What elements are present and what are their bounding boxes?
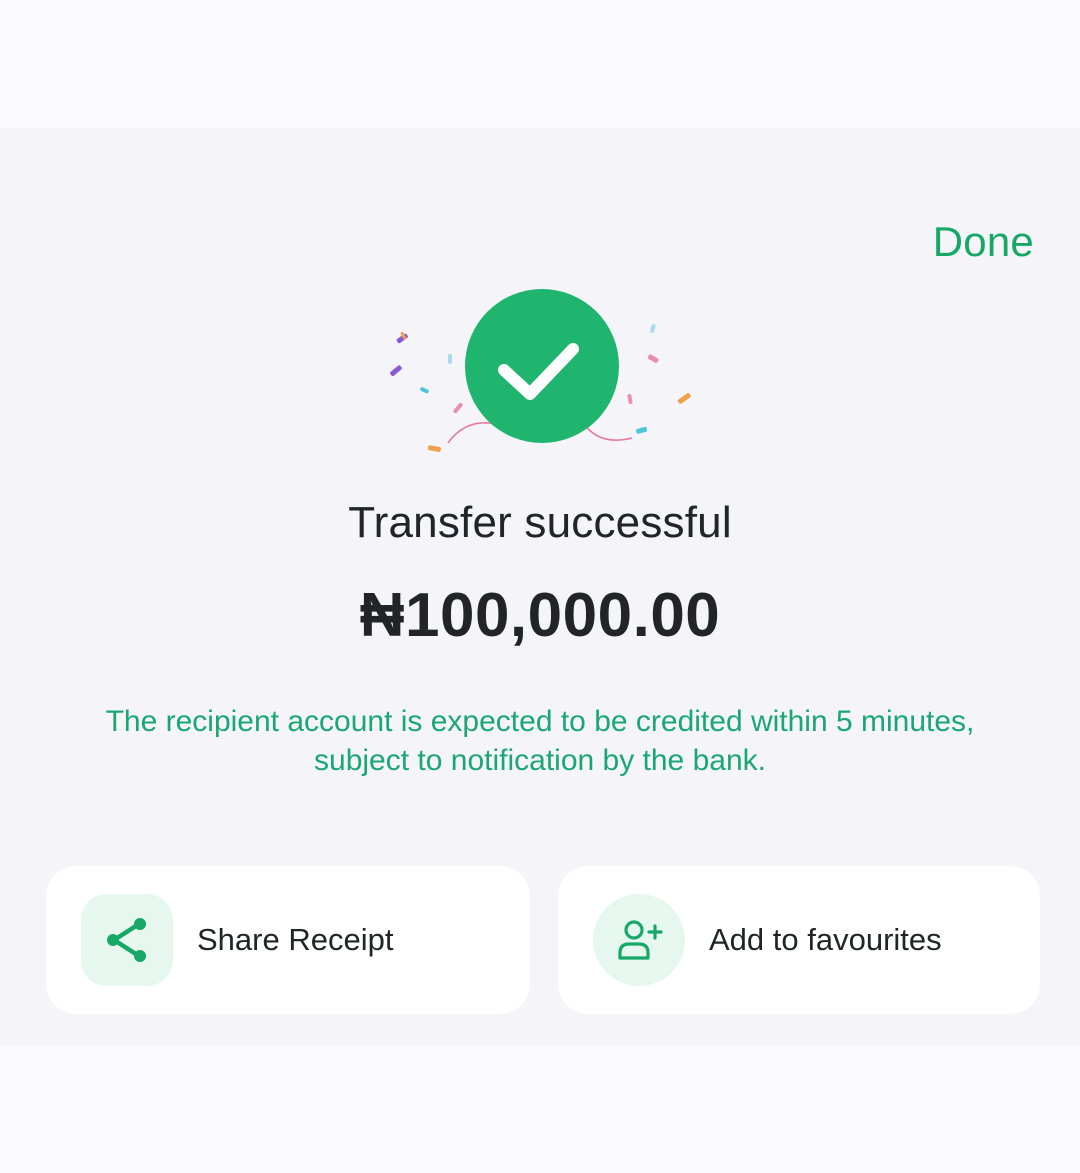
status-title: Transfer successful: [348, 498, 732, 547]
check-circle-icon: [465, 289, 619, 443]
add-to-favourites-label: Add to favourites: [709, 922, 942, 957]
share-icon: [107, 918, 146, 962]
done-button[interactable]: Done: [933, 218, 1034, 266]
add-user-icon-badge: [593, 894, 685, 986]
credit-notice: The recipient account is expected to be …: [105, 705, 975, 777]
add-to-favourites-button[interactable]: Add to favourites: [558, 866, 1040, 1014]
transfer-amount: ₦100,000.00: [359, 581, 721, 650]
transfer-success-screen: Done Transfer successful ₦100,000.00 The…: [0, 128, 1080, 1046]
share-receipt-button[interactable]: Share Receipt: [46, 866, 530, 1014]
add-user-icon: [618, 920, 663, 960]
share-icon-badge: [81, 894, 173, 986]
share-receipt-label: Share Receipt: [197, 922, 394, 957]
success-graphic: [390, 289, 691, 452]
